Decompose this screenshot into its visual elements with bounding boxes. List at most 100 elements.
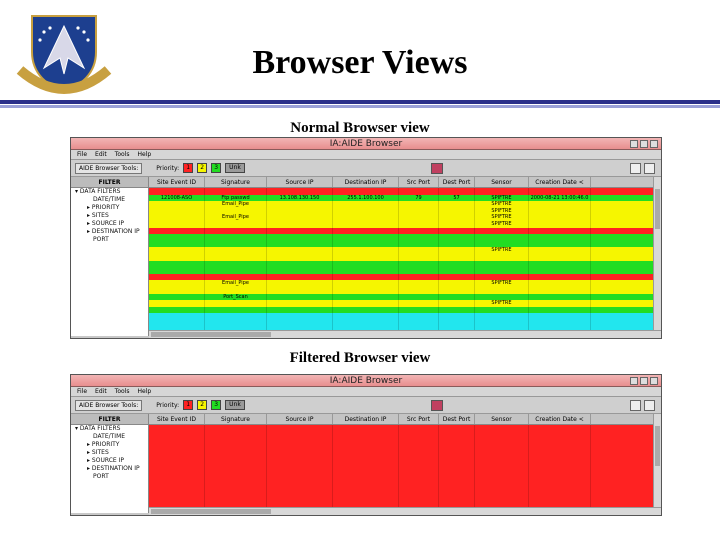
table-row[interactable] xyxy=(149,227,661,235)
print-icon[interactable] xyxy=(630,400,641,411)
scrollbar-thumb[interactable] xyxy=(655,426,660,466)
filter-tree-item[interactable]: ▸ SOURCE IP xyxy=(71,220,148,228)
table-row[interactable]: SPIFTRE xyxy=(149,207,661,215)
table-row[interactable]: Email_Pipe SPIFTRE xyxy=(149,280,661,287)
table-row[interactable] xyxy=(149,306,661,314)
scrollbar-thumb[interactable] xyxy=(151,509,271,514)
close-window-button[interactable] xyxy=(650,377,658,385)
table-row[interactable] xyxy=(149,444,661,452)
column-header[interactable]: Dest Port xyxy=(439,414,475,424)
menu-file[interactable]: File xyxy=(77,150,87,159)
lock-icon[interactable] xyxy=(431,400,443,411)
table-row[interactable]: SPIFTRE xyxy=(149,220,661,228)
lock-icon[interactable] xyxy=(431,163,443,174)
table-row[interactable] xyxy=(149,260,661,268)
scrollbar-thumb[interactable] xyxy=(655,189,660,229)
filter-tree-item[interactable]: ▾ DATA FILTERS xyxy=(71,188,148,196)
table-row[interactable] xyxy=(149,464,661,472)
priority-3-button[interactable]: 3 xyxy=(211,400,222,410)
table-row[interactable] xyxy=(149,425,661,432)
scrollbar-thumb[interactable] xyxy=(151,332,271,337)
filter-tree-item[interactable]: DATE/TIME xyxy=(71,196,148,204)
column-header[interactable]: Creation Date < xyxy=(529,177,591,187)
table-row[interactable]: SPIFTRE xyxy=(149,247,661,254)
menu-edit[interactable]: Edit xyxy=(95,387,107,396)
table-row[interactable] xyxy=(149,457,661,465)
maximize-button[interactable] xyxy=(640,140,648,148)
horizontal-scrollbar[interactable] xyxy=(149,330,661,338)
table-row[interactable] xyxy=(149,497,661,505)
column-header[interactable]: Signature xyxy=(205,177,267,187)
column-header[interactable]: Sensor xyxy=(475,177,529,187)
horizontal-scrollbar[interactable] xyxy=(149,507,661,515)
column-header[interactable]: Site Event ID xyxy=(149,177,205,187)
menu-tools[interactable]: Tools xyxy=(115,387,130,396)
table-row[interactable] xyxy=(149,313,661,320)
column-header[interactable]: Source IP xyxy=(267,414,333,424)
table-row[interactable] xyxy=(149,273,661,281)
column-header[interactable]: Src Port xyxy=(399,177,439,187)
filter-tree-item[interactable]: DATE/TIME xyxy=(71,433,148,441)
table-row[interactable] xyxy=(149,286,661,294)
filter-tree-item[interactable]: PORT xyxy=(71,236,148,244)
column-header[interactable]: Signature xyxy=(205,414,267,424)
priority-unk-button[interactable]: Unk xyxy=(225,400,245,410)
column-header[interactable]: Dest Port xyxy=(439,177,475,187)
filter-tree-item[interactable]: ▾ DATA FILTERS xyxy=(71,425,148,433)
table-row[interactable] xyxy=(149,240,661,248)
column-header[interactable]: Sensor xyxy=(475,414,529,424)
column-header[interactable]: Creation Date < xyxy=(529,414,591,424)
maximize-button[interactable] xyxy=(640,377,648,385)
help-icon[interactable] xyxy=(644,163,655,174)
menu-edit[interactable]: Edit xyxy=(95,150,107,159)
browser-tools-button[interactable]: AIDE Browser Tools: xyxy=(75,162,143,174)
table-row[interactable] xyxy=(149,471,661,478)
priority-1-button[interactable]: 1 xyxy=(183,400,194,410)
filter-tree-item[interactable]: ▸ SITES xyxy=(71,449,148,457)
table-row[interactable] xyxy=(149,438,661,445)
table-row[interactable]: Email_Pipe SPIFTRE xyxy=(149,214,661,221)
priority-unk-button[interactable]: Unk xyxy=(225,163,245,173)
column-header[interactable]: Site Event ID xyxy=(149,414,205,424)
filter-tree-item[interactable]: PORT xyxy=(71,473,148,481)
priority-3-button[interactable]: 3 xyxy=(211,163,222,173)
minimize-button[interactable] xyxy=(630,377,638,385)
table-row[interactable] xyxy=(149,451,661,458)
column-header[interactable]: Source IP xyxy=(267,177,333,187)
table-row[interactable] xyxy=(149,267,661,274)
column-header[interactable]: Src Port xyxy=(399,414,439,424)
menu-help[interactable]: Help xyxy=(137,387,151,396)
vertical-scrollbar[interactable] xyxy=(653,177,661,336)
filter-tree-item[interactable]: ▸ DESTINATION IP xyxy=(71,465,148,473)
filter-tree-item[interactable]: ▸ DESTINATION IP xyxy=(71,228,148,236)
table-row[interactable] xyxy=(149,490,661,498)
table-row[interactable] xyxy=(149,431,661,439)
filter-tree-item[interactable]: ▸ PRIORITY xyxy=(71,441,148,449)
filter-tree-item[interactable]: ▸ PRIORITY xyxy=(71,204,148,212)
table-row[interactable]: SPIFTRE xyxy=(149,300,661,307)
table-row[interactable] xyxy=(149,234,661,241)
column-header[interactable]: Destination IP xyxy=(333,414,399,424)
browser-tools-button[interactable]: AIDE Browser Tools: xyxy=(75,399,143,411)
column-header[interactable]: Destination IP xyxy=(333,177,399,187)
menu-help[interactable]: Help xyxy=(137,150,151,159)
table-row[interactable] xyxy=(149,188,661,195)
table-row[interactable]: Port_Scan xyxy=(149,293,661,301)
table-row[interactable] xyxy=(149,253,661,261)
table-row[interactable]: 121008-ASO Ftp passwd 13.108.130.150 255.1.… xyxy=(149,194,661,202)
table-row[interactable] xyxy=(149,477,661,485)
table-row[interactable]: Email_Pipe SPIFTRE xyxy=(149,201,661,208)
close-window-button[interactable] xyxy=(650,140,658,148)
vertical-scrollbar[interactable] xyxy=(653,414,661,513)
menu-tools[interactable]: Tools xyxy=(115,150,130,159)
minimize-button[interactable] xyxy=(630,140,638,148)
filter-tree-item[interactable]: ▸ SOURCE IP xyxy=(71,457,148,465)
menu-file[interactable]: File xyxy=(77,387,87,396)
print-icon[interactable] xyxy=(630,163,641,174)
table-row[interactable] xyxy=(149,484,661,491)
filter-tree-item[interactable]: ▸ SITES xyxy=(71,212,148,220)
table-row[interactable] xyxy=(149,319,661,327)
help-icon[interactable] xyxy=(644,400,655,411)
priority-2-button[interactable]: 2 xyxy=(197,400,208,410)
priority-2-button[interactable]: 2 xyxy=(197,163,208,173)
